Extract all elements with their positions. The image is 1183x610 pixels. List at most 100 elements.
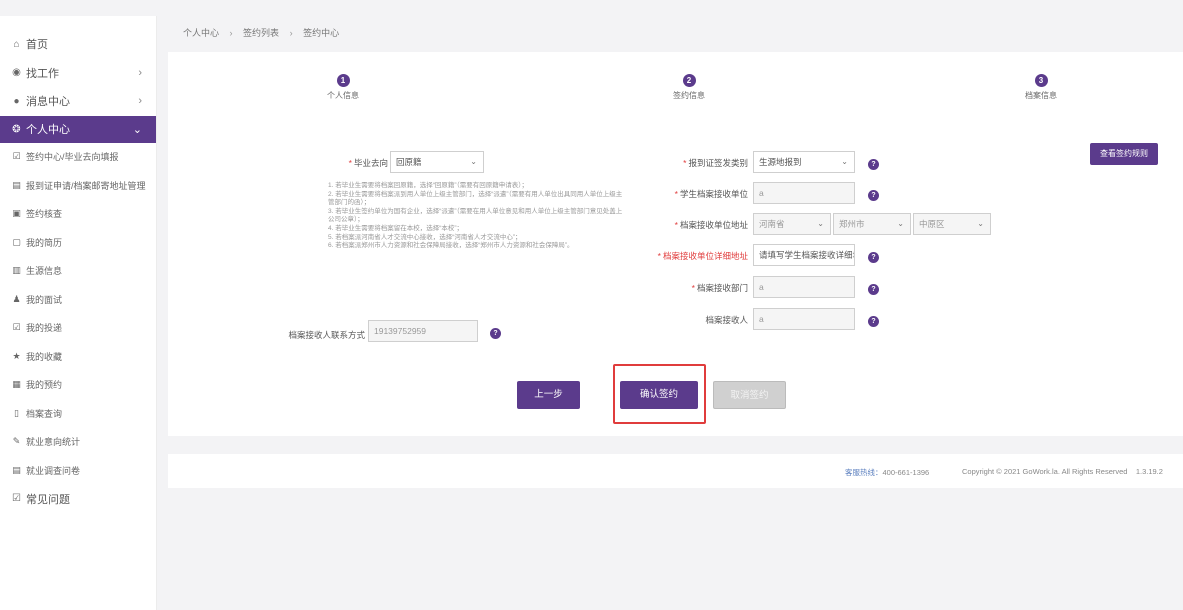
sidebar-item[interactable]: ● 消息中心 › [0, 87, 156, 116]
chevron-right-icon: › [138, 95, 142, 108]
chevron-down-icon: ⌄ [977, 219, 984, 228]
sidebar-item[interactable]: ▯ 档案查询 [0, 399, 156, 428]
star-icon: ★ [12, 350, 21, 361]
sidebar-item-label: 我的投递 [26, 323, 63, 334]
sidebar-item-label: 我的面试 [26, 294, 63, 305]
sidebar-item-label: 常见问题 [26, 493, 70, 506]
note-line: 6. 若档案派郑州市人力资源和社会保障局接收，选择“郑州市人力资源和社会保障局”… [328, 242, 574, 250]
sidebar-item[interactable]: ✎ 就业意向统计 [0, 428, 156, 457]
sidebar-item[interactable]: ☑ 我的投递 [0, 314, 156, 343]
department-label: * 档案接收部门 [691, 283, 748, 293]
prev-step-button[interactable]: 上一步 [517, 381, 580, 409]
sidebar-item-label: 我的收藏 [26, 351, 63, 362]
district-select[interactable]: 中原区 ⌄ [913, 213, 991, 235]
help-icon[interactable]: ? [868, 190, 879, 201]
help-icon[interactable]: ? [490, 328, 501, 339]
sidebar-item-label: 消息中心 [26, 96, 70, 109]
stats-icon: ✎ [12, 436, 21, 447]
chevron-down-icon: ⌄ [897, 219, 904, 228]
step-contract-info: 2 签约信息 [659, 74, 719, 101]
edit-icon: ☑ [12, 151, 21, 162]
contact-input[interactable]: 19139752959 [368, 320, 478, 342]
sidebar-item[interactable]: ❂ 个人中心 ⌄ [0, 115, 156, 143]
help-icon[interactable]: ? [868, 316, 879, 327]
destination-select[interactable]: 回原籍 ⌄ [390, 151, 484, 173]
sidebar-item-label: 找工作 [26, 67, 59, 80]
sidebar-item-label: 首页 [26, 39, 48, 52]
main-content: 个人中心 › 签约列表 › 签约中心 1 个人信息 2 签约信息 3 档案信息 … [158, 16, 1183, 610]
home-icon: ⌂ [13, 38, 20, 50]
unit-label: * 学生档案接收单位 [674, 189, 748, 199]
note-line: 3. 若毕业生签约单位为国有企业，选择“派遣”（需要在用人单位意见和用人单位上级… [328, 207, 623, 224]
receiver-input[interactable]: a [753, 308, 855, 330]
step-label: 档案信息 [1025, 91, 1057, 100]
help-icon[interactable]: ? [868, 252, 879, 263]
version: 1.3.19.2 [1135, 467, 1163, 476]
user-icon: ❂ [12, 123, 21, 135]
sidebar-item[interactable]: ▤ 就业调查问卷 [0, 456, 156, 485]
file-query-icon: ▯ [14, 407, 19, 418]
sidebar-item[interactable]: ▦ 我的预约 [0, 371, 156, 400]
sidebar-item-label: 签约核查 [26, 209, 63, 220]
province-select[interactable]: 河南省 ⌄ [753, 213, 831, 235]
sidebar-item[interactable]: ★ 我的收藏 [0, 342, 156, 371]
note-line: 2. 若毕业生需要将档案派到用人单位上级主管部门，选择“派遣”（需要有用人单位出… [328, 190, 623, 207]
step-personal-info: 1 个人信息 [313, 74, 373, 101]
sidebar-item[interactable]: ♟ 我的面试 [0, 285, 156, 314]
sidebar-item-label: 报到证申请/档案邮寄地址管理 [26, 180, 146, 191]
note-line: 4. 若毕业生需要将档案留在本校，选择“本校”； [328, 224, 464, 232]
footer: 客服热线：400-661-1396 Copyright © 2021 GoWor… [168, 454, 1183, 488]
detail-address-input[interactable]: 请填写学生档案接收详细地址 [753, 244, 855, 266]
copyright: Copyright © 2021 GoWork.la. All Rights R… [962, 467, 1163, 476]
sidebar-item[interactable]: ☑ 常见问题 [0, 485, 156, 514]
detail-address-label: * 档案接收单位详细地址 [657, 251, 748, 261]
step-label: 签约信息 [673, 91, 705, 100]
department-input[interactable]: a [753, 276, 855, 298]
note-line: 1. 若毕业生需要将档案回原籍，选择“回原籍”（需要有回原籍申请表）； [328, 182, 529, 189]
sidebar-item-label: 档案查询 [26, 408, 63, 419]
cert-type-label: * 报到证签发类别 [683, 158, 748, 168]
sidebar-item[interactable]: ◉ 找工作 › [0, 59, 156, 88]
cancel-contract-button[interactable]: 取消签约 [713, 381, 786, 409]
breadcrumb-contract-center: 签约中心 [303, 28, 340, 38]
unit-input[interactable]: a [753, 182, 855, 204]
address-label: * 档案接收单位地址 [674, 220, 748, 230]
sidebar-item-label: 生源信息 [26, 266, 63, 277]
destination-notes: 1. 若毕业生需要将档案回原籍，选择“回原籍”（需要有回原籍申请表）； 2. 若毕… [328, 182, 628, 251]
sidebar-item[interactable]: ▢ 我的简历 [0, 228, 156, 257]
chevron-down-icon: ⌄ [817, 219, 824, 228]
contact-label: 档案接收人联系方式 [288, 330, 365, 340]
sidebar: ⌂ 首页 ◉ 找工作 › ● 消息中心 › ❂ 个人中心 ⌄ ☑ 签约中心/毕业去向填报 ▤ 报到证申请/档… [0, 16, 157, 610]
card-icon: ▤ [12, 179, 21, 190]
help-icon[interactable]: ? [868, 159, 879, 170]
cert-type-select[interactable]: 生源地报到 ⌄ [753, 151, 855, 173]
help-icon[interactable]: ? [868, 284, 879, 295]
breadcrumb-personal-center[interactable]: 个人中心 [183, 28, 219, 38]
receiver-label: 档案接收人 [705, 315, 748, 325]
resume-icon: ▢ [12, 236, 21, 247]
survey-icon: ▤ [12, 464, 21, 475]
sidebar-item-label: 个人中心 [26, 124, 70, 136]
hotline: 客服热线：400-661-1396 [845, 468, 930, 477]
sidebar-item[interactable]: ⌂ 首页 [0, 30, 156, 59]
sidebar-item[interactable]: ▥ 生源信息 [0, 257, 156, 286]
breadcrumb-separator: › [289, 28, 293, 38]
sidebar-item[interactable]: ▤ 报到证申请/档案邮寄地址管理 [0, 171, 156, 200]
calendar-icon: ▦ [12, 379, 21, 390]
delivery-icon: ☑ [12, 322, 21, 333]
chevron-down-icon: ⌄ [132, 123, 142, 136]
breadcrumb-contract-list[interactable]: 签约列表 [243, 28, 279, 38]
chevron-down-icon: ⌄ [841, 157, 848, 166]
confirm-contract-button[interactable]: 确认签约 [620, 381, 698, 409]
city-select[interactable]: 郑州市 ⌄ [833, 213, 911, 235]
message-icon: ● [13, 95, 20, 107]
step-number: 2 [682, 74, 696, 87]
step-number: 3 [1034, 74, 1048, 87]
destination-label: * 毕业去向 [348, 158, 388, 168]
student-info-icon: ▥ [12, 265, 21, 276]
sidebar-item-label: 就业调查问卷 [26, 465, 81, 476]
sidebar-item-label: 签约中心/毕业去向填报 [26, 152, 119, 163]
sidebar-item[interactable]: ▣ 签约核查 [0, 200, 156, 229]
view-contract-rules-button[interactable]: 查看签约规则 [1090, 143, 1158, 165]
sidebar-item[interactable]: ☑ 签约中心/毕业去向填报 [0, 143, 156, 172]
